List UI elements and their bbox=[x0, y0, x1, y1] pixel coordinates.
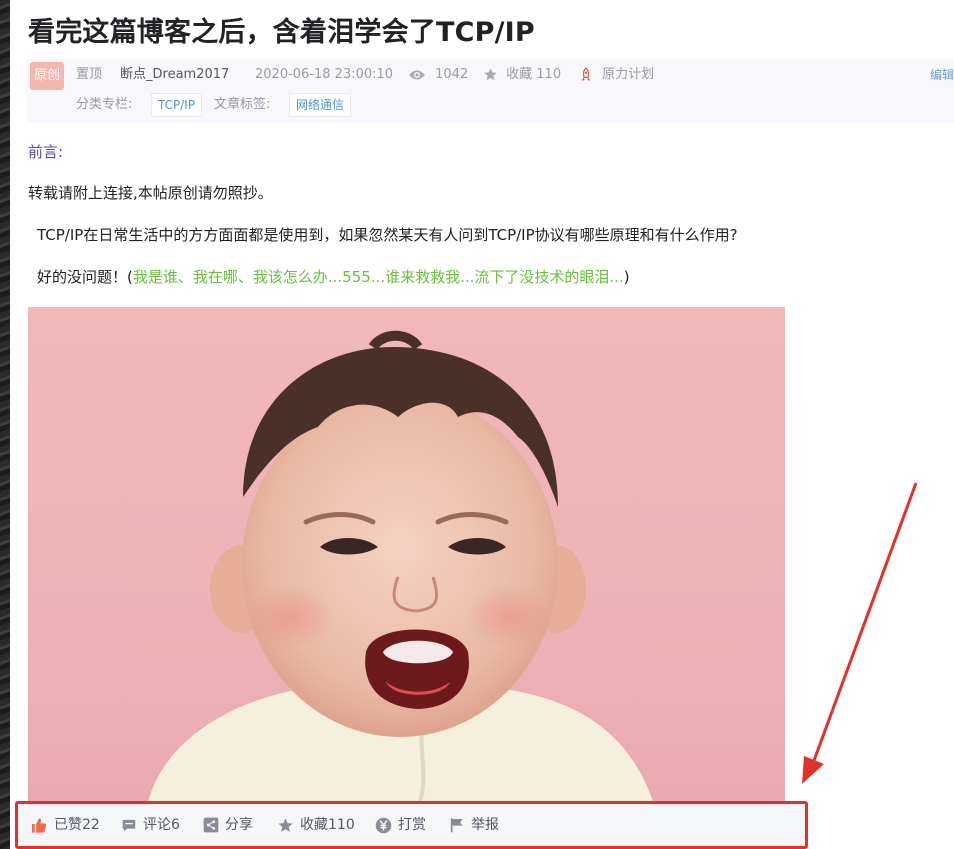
favorite-button[interactable]: 收藏110 bbox=[277, 814, 355, 836]
eye-icon bbox=[409, 70, 425, 79]
share-label: 分享 bbox=[225, 817, 253, 833]
toddler-illustration bbox=[148, 330, 653, 802]
yen-icon bbox=[375, 817, 392, 833]
thumbs-up-icon bbox=[31, 817, 47, 833]
background-edge bbox=[0, 0, 10, 849]
plan-group[interactable]: 原力计划 bbox=[579, 65, 654, 85]
reply-prefix: 好的没问题！( bbox=[37, 268, 133, 286]
category-tag[interactable]: TCP/IP bbox=[151, 93, 203, 117]
favorite-label: 收藏110 bbox=[300, 817, 355, 833]
article-tag[interactable]: 网络通信 bbox=[289, 93, 352, 117]
plan-label: 原力计划 bbox=[602, 67, 655, 82]
reply-green-text: 我是谁、我在哪、我该怎么办...555...谁来救救我...流下了没技术的眼泪.… bbox=[132, 268, 624, 286]
article-tag-label: 文章标签: bbox=[214, 97, 271, 112]
views-group: 1042 bbox=[408, 65, 468, 85]
article-meta-box: 原创 置顶 断点_Dream2017 2020-06-18 23:00:10 1… bbox=[26, 59, 954, 123]
report-label: 举报 bbox=[471, 817, 499, 833]
intro-paragraph: TCP/IP在日常生活中的方方面面都是使用到，如果忽然某天有人问到TCP/IP协… bbox=[37, 226, 738, 244]
article-title: 看完这篇博客之后，含着泪学会了TCP/IP bbox=[28, 17, 535, 48]
original-badge: 原创 bbox=[30, 62, 64, 90]
reply-paragraph: 好的没问题！(我是谁、我在哪、我该怎么办...555...谁来救救我...流下了… bbox=[37, 265, 630, 289]
preface-heading: 前言: bbox=[28, 143, 64, 161]
author-link[interactable]: 断点_Dream2017 bbox=[120, 65, 229, 85]
comment-icon bbox=[122, 819, 136, 831]
article-action-bar: 已赞22 评论6 分享 收藏110 打赏 举报 bbox=[15, 801, 808, 849]
favorite-icon bbox=[278, 817, 293, 832]
flag-icon bbox=[450, 818, 463, 833]
repost-note: 转载请附上连接,本帖原创请勿照抄。 bbox=[28, 184, 273, 202]
like-label: 已赞22 bbox=[54, 817, 100, 833]
publish-datetime: 2020-06-18 23:00:10 bbox=[255, 67, 394, 82]
reward-button[interactable]: 打赏 bbox=[375, 814, 426, 836]
comment-label: 评论6 bbox=[143, 817, 180, 833]
category-label: 分类专栏: bbox=[76, 97, 133, 112]
rocket-icon bbox=[581, 67, 591, 81]
share-icon bbox=[203, 817, 219, 833]
article-image-crying-toddler bbox=[28, 307, 785, 802]
favorites-count: 收藏 110 bbox=[506, 67, 562, 82]
favorites-group[interactable]: 收藏 110 bbox=[483, 65, 561, 85]
comment-button[interactable]: 评论6 bbox=[121, 814, 180, 836]
star-icon bbox=[484, 68, 497, 81]
report-button[interactable]: 举报 bbox=[449, 814, 499, 836]
like-button[interactable]: 已赞22 bbox=[30, 814, 100, 836]
reply-suffix: ) bbox=[623, 268, 630, 286]
views-count: 1042 bbox=[435, 67, 469, 82]
edit-link[interactable]: 编辑 bbox=[930, 65, 954, 85]
pinned-label: 置顶 bbox=[76, 67, 103, 82]
reward-label: 打赏 bbox=[398, 817, 426, 833]
article-page: 看完这篇博客之后，含着泪学会了TCP/IP 原创 置顶 断点_Dream2017… bbox=[10, 0, 954, 849]
share-button[interactable]: 分享 bbox=[203, 814, 253, 836]
